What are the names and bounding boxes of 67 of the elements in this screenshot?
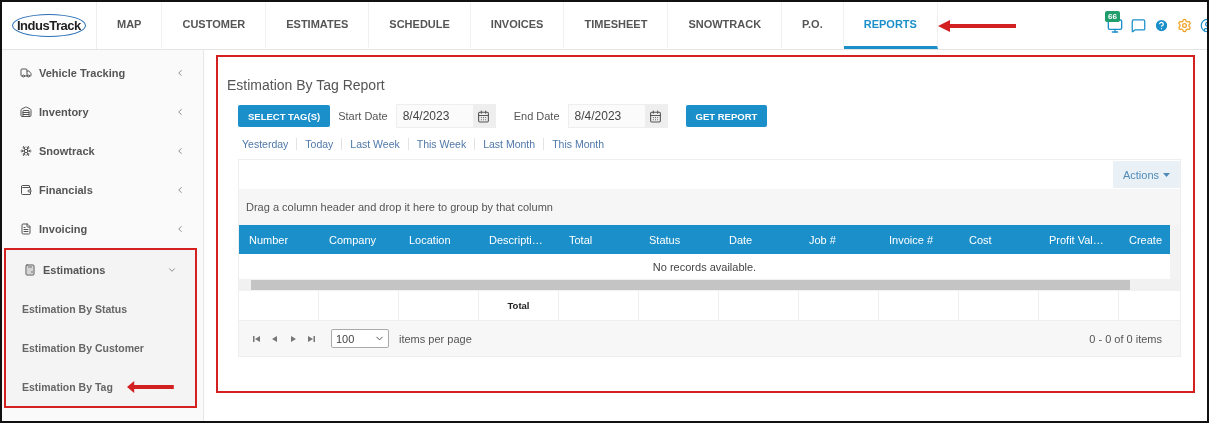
chevron-left-icon[interactable] [175,145,185,156]
caret-icon [1163,172,1170,177]
sidebar-item[interactable]: Inventory [2,92,203,131]
submenu-item[interactable]: Estimation By Customer [22,341,144,354]
previous-page-icon[interactable] [271,334,279,343]
end-date-label: End Date [513,110,560,122]
select-tags-button[interactable]: SELECT TAG(S) [238,105,331,127]
column-header[interactable]: Descripti… [479,225,559,254]
actions-button[interactable]: Actions [1112,161,1180,188]
sidebar-item[interactable]: Invoicing [2,209,203,248]
truck-icon [20,66,32,79]
date-range-link[interactable]: Last Month [474,138,544,150]
sidebar-item[interactable]: Financials [2,170,203,209]
chevron-left-icon[interactable] [175,67,185,78]
wallet-icon [20,183,32,196]
horizontal-scrollbar[interactable] [239,279,1180,291]
column-header[interactable]: Cost [959,225,1039,254]
snowflake-icon [20,144,32,157]
footer-total: Total [507,300,530,311]
chevron-left-icon[interactable] [175,184,185,195]
notification-badge: 66 [1105,10,1120,22]
warehouse-icon [20,105,32,118]
date-range-link[interactable]: Today [296,138,342,150]
column-header[interactable]: Status [639,225,719,254]
annotation-arrow [126,380,175,393]
monitor-icon[interactable] [1107,17,1123,34]
calculator-icon [24,263,36,276]
next-page-icon[interactable] [289,334,297,343]
date-range-link[interactable]: Yesterday [234,138,297,150]
date-range-link[interactable]: Last Week [341,138,408,150]
column-header[interactable]: Job # [799,225,879,254]
column-header[interactable]: Company [319,225,399,254]
column-header[interactable]: Date [719,225,799,254]
document-icon [20,222,32,235]
submenu-item[interactable]: Estimation By Tag [22,380,113,393]
last-page-icon[interactable] [307,334,315,343]
sidebar-item[interactable]: Estimations [6,250,195,289]
sidebar-item[interactable]: Snowtrack [2,131,203,170]
page-size-select[interactable]: 100 [331,329,389,348]
column-header[interactable]: Profit Val… [1039,225,1119,254]
page-size-label: items per page [399,332,472,345]
help-icon[interactable] [1154,18,1169,33]
sidebar-item[interactable]: Vehicle Tracking [2,53,203,92]
pager-info: 0 - 0 of 0 items [1089,332,1162,345]
group-hint: Drag a column header and drop it here to group by that column [246,201,553,213]
start-date-field[interactable]: 8/4/2023 [395,104,496,128]
get-report-button[interactable]: GET REPORT [685,105,768,127]
column-header[interactable]: Total [559,225,639,254]
chat-icon[interactable] [1131,18,1146,33]
column-header[interactable]: Invoice # [879,225,959,254]
date-range-link[interactable]: This Week [407,138,475,150]
date-range-link[interactable]: This Month [543,138,613,150]
column-header[interactable]: Location [399,225,479,254]
chevron-left-icon[interactable] [175,106,185,117]
first-page-icon[interactable] [253,334,261,343]
report-title: Estimation By Tag Report [227,77,386,93]
settings-icon[interactable] [1177,18,1192,33]
chevron-left-icon[interactable] [175,223,185,234]
column-header[interactable]: Create [1119,225,1170,254]
column-header[interactable]: Number [239,225,319,254]
end-date-field[interactable]: 8/4/2023 [567,104,668,128]
submenu-item[interactable]: Estimation By Status [22,302,128,315]
empty-message: No records available. [651,259,758,275]
calendar-icon[interactable] [472,105,495,127]
start-date-label: Start Date [338,110,388,122]
calendar-icon[interactable] [644,105,667,127]
nav-tab[interactable]: REPORTS [843,2,938,49]
